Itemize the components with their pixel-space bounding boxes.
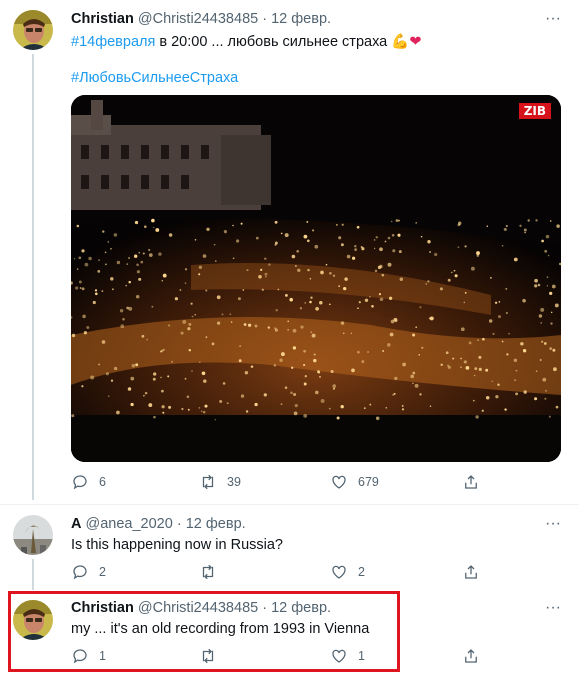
- emoji: 💪❤: [391, 34, 422, 50]
- like-count: 2: [358, 565, 365, 579]
- separator: ·: [258, 11, 272, 27]
- reply-count: 2: [99, 565, 106, 579]
- reply-count: 6: [99, 475, 106, 489]
- heart-icon: [332, 475, 346, 489]
- share-icon: [465, 649, 477, 663]
- action-bar: 2 2: [71, 561, 491, 583]
- video-media[interactable]: ZIB: [71, 95, 561, 462]
- more-options-icon[interactable]: ···: [543, 9, 563, 29]
- author-name[interactable]: A: [71, 516, 81, 532]
- share-button[interactable]: [462, 645, 480, 667]
- like-count: 679: [358, 475, 379, 489]
- author-handle[interactable]: @Christi24438485: [138, 11, 258, 27]
- share-icon: [465, 475, 477, 489]
- retweet-button[interactable]: 39: [199, 471, 241, 493]
- media-badge: ZIB: [518, 103, 551, 119]
- tweet-text: #14февраля в 20:00 ... любовь сильнее ст…: [71, 33, 421, 50]
- more-options-icon[interactable]: ···: [543, 598, 563, 618]
- tweet-1[interactable]: Christian @Christi24438485 · 12 февр. ··…: [0, 0, 579, 500]
- author-name[interactable]: Christian: [71, 11, 134, 27]
- hashtag-link[interactable]: #14февраля: [71, 34, 155, 50]
- retweet-button[interactable]: [199, 561, 227, 583]
- reply-icon: [73, 565, 87, 580]
- more-options-icon[interactable]: ···: [543, 514, 563, 534]
- like-button[interactable]: 2: [330, 561, 365, 583]
- retweet-icon: [202, 564, 214, 580]
- avatar[interactable]: [13, 10, 53, 50]
- thread-line: [32, 559, 34, 590]
- reply-icon: [73, 475, 87, 490]
- avatar[interactable]: [13, 515, 53, 555]
- tweet-header: A @anea_2020 · 12 февр.: [71, 516, 246, 532]
- tweet-date[interactable]: 12 февр.: [186, 516, 246, 532]
- tweet-text: Is this happening now in Russia?: [71, 537, 283, 553]
- action-bar: 6 39 679: [71, 471, 491, 493]
- heart-icon: [332, 565, 346, 579]
- retweet-count: 39: [227, 475, 241, 489]
- share-icon: [465, 565, 477, 579]
- tweet-date[interactable]: 12 февр.: [271, 11, 331, 27]
- tweet-header: Christian @Christi24438485 · 12 февр.: [71, 11, 331, 27]
- tweet-text-body: в 20:00 ... любовь сильнее страха: [155, 34, 392, 50]
- hashtag-link-2[interactable]: #ЛюбовьСильнееСтраха: [71, 70, 238, 86]
- tweet-2[interactable]: A @anea_2020 · 12 февр. ··· Is this happ…: [0, 505, 579, 590]
- reply-button[interactable]: 6: [71, 471, 106, 493]
- like-button[interactable]: 679: [330, 471, 379, 493]
- video-frame: [71, 95, 561, 462]
- share-button[interactable]: [462, 561, 480, 583]
- thread-line: [32, 54, 34, 500]
- highlight-box: [8, 591, 400, 672]
- retweet-icon: [202, 474, 214, 490]
- separator: ·: [172, 516, 186, 532]
- reply-button[interactable]: 2: [71, 561, 106, 583]
- share-button[interactable]: [462, 471, 480, 493]
- author-handle[interactable]: @anea_2020: [86, 516, 173, 532]
